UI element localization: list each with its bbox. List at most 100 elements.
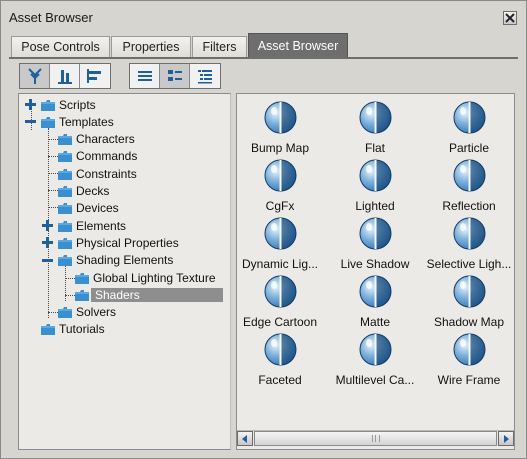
folder-icon [58, 151, 72, 163]
horizontal-scrollbar[interactable] [237, 430, 514, 446]
tree-item-constraints[interactable]: Constraints [58, 165, 137, 182]
collapse-icon[interactable] [42, 255, 53, 266]
left-layout-button[interactable] [80, 64, 110, 88]
tab-strip: Pose Controls Properties Filters Asset B… [9, 33, 518, 58]
folder-icon [58, 237, 72, 249]
asset-item-matte[interactable]: Matte [329, 275, 421, 331]
scroll-left-button[interactable] [237, 431, 253, 446]
asset-item-particle[interactable]: Particle [423, 101, 515, 157]
folder-icon [58, 203, 72, 215]
window-title: Asset Browser [9, 10, 93, 25]
shader-ball-icon [264, 159, 297, 192]
tree-item-label: Tutorials [59, 322, 105, 337]
list-view-button[interactable] [130, 64, 160, 88]
grip-icon [371, 435, 380, 442]
shader-ball-icon [359, 333, 392, 366]
detail-list-icon [198, 70, 212, 84]
shader-ball-icon [359, 159, 392, 192]
asset-item-selective-ligh[interactable]: Selective Ligh... [423, 217, 515, 273]
tree-item-label: Shading Elements [76, 253, 174, 268]
asset-label: Selective Ligh... [426, 257, 512, 271]
folder-icon [58, 220, 72, 232]
tree-item-global-lighting-texture[interactable]: Global Lighting Texture [75, 269, 216, 286]
asset-tree-panel[interactable]: Scripts Templates Characters Commands Constr… [18, 93, 231, 450]
asset-item-reflection[interactable]: Reflection [423, 159, 515, 215]
tree-item-shading-elements[interactable]: Shading Elements [42, 252, 174, 269]
asset-item-dynamic-lig[interactable]: Dynamic Lig... [234, 217, 326, 273]
asset-item-edge-cartoon[interactable]: Edge Cartoon [234, 275, 326, 331]
tree-item-elements[interactable]: Elements [42, 217, 127, 234]
tree-item-tutorials[interactable]: Tutorials [41, 321, 105, 338]
shader-ball-icon [453, 217, 486, 250]
layout-button-group [19, 63, 111, 89]
asset-label: Shadow Map [433, 315, 505, 329]
tree-item-devices[interactable]: Devices [58, 200, 119, 217]
tab-pose-controls[interactable]: Pose Controls [11, 36, 110, 57]
shader-ball-icon [264, 275, 297, 308]
asset-item-wire-frame[interactable]: Wire Frame [423, 333, 515, 389]
shader-ball-icon [264, 101, 297, 134]
folder-icon [58, 134, 72, 146]
asset-item-cgfx[interactable]: CgFx [234, 159, 326, 215]
expand-icon[interactable] [25, 99, 36, 110]
bottom-layout-button[interactable] [50, 64, 80, 88]
tree-item-shaders[interactable]: Shaders [75, 286, 223, 303]
tab-asset-browser[interactable]: Asset Browser [248, 33, 348, 58]
list-view-icon [137, 71, 152, 81]
asset-item-bump-map[interactable]: Bump Map [234, 101, 326, 157]
shader-ball-icon [453, 101, 486, 134]
collapse-icon[interactable] [25, 116, 36, 127]
tree-item-label: Shaders [91, 287, 223, 302]
thumbnail-view-icon [167, 70, 182, 81]
tab-properties[interactable]: Properties [111, 36, 191, 57]
tree-item-label: Elements [76, 218, 127, 233]
folder-icon [75, 272, 89, 284]
asset-item-multilevel-ca[interactable]: Multilevel Ca... [329, 333, 421, 389]
shader-ball-icon [264, 217, 297, 250]
asset-item-faceted[interactable]: Faceted [234, 333, 326, 389]
tree-item-label: Commands [76, 149, 138, 164]
tree-item-characters[interactable]: Characters [58, 131, 135, 148]
title-bar[interactable]: Asset Browser [1, 1, 526, 31]
asset-label: Matte [359, 315, 390, 329]
tree-layout-button[interactable] [20, 64, 50, 88]
asset-item-lighted[interactable]: Lighted [329, 159, 421, 215]
tree-item-decks[interactable]: Decks [58, 183, 109, 200]
tree-item-label: Templates [59, 114, 114, 129]
asset-label: Multilevel Ca... [335, 373, 415, 387]
tree-item-scripts[interactable]: Scripts [25, 96, 96, 113]
folder-icon [58, 168, 72, 180]
tab-filters[interactable]: Filters [192, 36, 247, 57]
tree-item-physical-properties[interactable]: Physical Properties [42, 234, 179, 251]
asset-item-shadow-map[interactable]: Shadow Map [423, 275, 515, 331]
folder-icon [58, 186, 72, 197]
tree-item-label: Decks [76, 184, 110, 198]
tree-item-label: Devices [76, 201, 119, 216]
asset-thumbnail-panel[interactable]: Bump Map Flat Particle CgFx Lighted Reflectio… [236, 93, 515, 450]
close-icon [505, 13, 515, 23]
tree-item-label: Solvers [76, 305, 117, 320]
asset-item-live-shadow[interactable]: Live Shadow [329, 217, 421, 273]
shader-ball-icon [359, 217, 392, 250]
asset-item-flat[interactable]: Flat [329, 101, 421, 157]
asset-label: Wire Frame [437, 373, 501, 387]
asset-label: Dynamic Lig... [241, 257, 319, 271]
expand-icon[interactable] [42, 220, 53, 232]
thumbnail-view-button[interactable] [160, 64, 190, 88]
tree-item-solvers[interactable]: Solvers [58, 304, 116, 321]
asset-label: Lighted [355, 199, 395, 213]
scroll-thumb[interactable] [254, 431, 497, 446]
asset-browser-window: Asset Browser Pose Controls Properties F… [0, 0, 527, 459]
scroll-right-button[interactable] [498, 431, 514, 446]
shader-ball-icon [453, 275, 486, 308]
asset-label: Edge Cartoon [242, 315, 318, 329]
expand-icon[interactable] [42, 237, 53, 249]
tree-item-label: Physical Properties [76, 235, 179, 250]
tree-item-commands[interactable]: Commands [58, 148, 137, 165]
detail-list-button[interactable] [190, 64, 220, 88]
tab-panel-border [9, 57, 518, 59]
asset-label: CgFx [265, 199, 295, 213]
tree-item-templates[interactable]: Templates [25, 113, 114, 130]
asset-label: Particle [448, 141, 489, 155]
close-button[interactable] [503, 11, 517, 25]
